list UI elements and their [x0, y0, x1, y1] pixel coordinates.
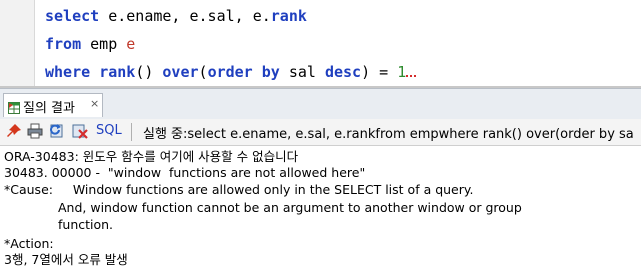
keyword: rank [270, 7, 307, 25]
output-line: And, window function cannot be an argume… [58, 200, 522, 215]
sql-button[interactable]: SQL [96, 123, 122, 138]
pin-icon[interactable] [6, 123, 22, 139]
output-line: *Action: [4, 236, 54, 251]
table-alias: e [126, 35, 136, 53]
code-text: ) = [361, 63, 398, 81]
editor-gutter [0, 0, 35, 88]
tab-label: 질의 결과 [23, 101, 75, 116]
keyword: rank [99, 63, 136, 81]
script-output[interactable]: ORA-30483: 윈도우 함수를 여기에 사용할 수 없습니다 30483.… [0, 146, 641, 273]
keyword: over [162, 63, 199, 81]
toolbar-divider [131, 123, 132, 141]
output-line: 30483. 00000 - "window functions are not… [4, 165, 366, 180]
code-text: ( [198, 63, 208, 81]
clear-icon[interactable] [72, 123, 88, 139]
tab-query-result[interactable]: 질의 결과 × [3, 93, 103, 117]
code-text: sal [279, 63, 325, 81]
output-line: *Cause: Window functions are allowed onl… [4, 182, 474, 197]
keyword: select [45, 7, 100, 25]
code-line-3[interactable]: where rank() over(order by sal desc) = 1 [45, 62, 417, 82]
keyword: desc [324, 63, 362, 81]
execution-status: 실행 중:select e.ename, e.sal, e.rankfrom e… [143, 127, 634, 142]
print-icon[interactable] [27, 123, 43, 139]
code-text: e.ename, e.sal, e. [99, 7, 271, 25]
results-toolbar: SQL 실행 중:select e.ename, e.sal, e.rankfr… [0, 119, 641, 146]
results-tabbar: 질의 결과 × [0, 88, 641, 119]
results-grid-icon [8, 99, 20, 114]
output-line: function. [58, 217, 114, 232]
code-text: emp [81, 35, 127, 53]
close-icon[interactable]: × [90, 97, 99, 110]
sql-editor[interactable]: select e.ename, e.sal, e.rank from emp e… [0, 0, 641, 88]
output-line: 3행, 7열에서 오류 발생 [4, 252, 128, 267]
code-text: () [135, 63, 163, 81]
keyword: where [45, 63, 91, 81]
number-literal: 1 [397, 63, 407, 81]
keyword: from [45, 35, 82, 53]
code-line-2[interactable]: from emp e [45, 34, 135, 54]
error-squiggle [406, 63, 417, 77]
code-line-1[interactable]: select e.ename, e.sal, e.rank [45, 6, 307, 26]
output-line: ORA-30483: 윈도우 함수를 여기에 사용할 수 없습니다 [4, 149, 299, 164]
keyword: order by [207, 63, 280, 81]
refresh-icon[interactable] [50, 123, 66, 139]
